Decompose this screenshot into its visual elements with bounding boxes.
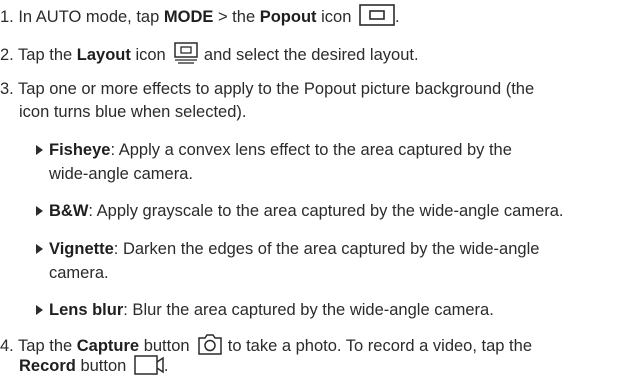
step-3-line-1: 3. Tap one or more effects to apply to t… — [0, 79, 534, 99]
mode-label: MODE — [163, 8, 214, 26]
bullet-fisheye: Fisheye: Apply a convex lens effect to t… — [36, 140, 512, 160]
step-text: . — [394, 8, 400, 26]
step-number: 2. — [0, 46, 14, 64]
step-text: Tap the — [13, 46, 77, 64]
bullet-arrow-icon — [36, 305, 43, 315]
step-text: button — [139, 337, 190, 355]
bullet-bw: B&W: Apply grayscale to the area capture… — [36, 201, 564, 221]
popout-label: Popout — [259, 8, 317, 26]
step-number: 3. — [0, 80, 14, 98]
bullet-fisheye-line-2: wide-angle camera. — [49, 164, 193, 184]
step-text: and select the desired layout. — [199, 46, 419, 64]
capture-label: Capture — [76, 337, 140, 355]
step-1: 1. In AUTO mode, tap MODE > the Popout i… — [0, 4, 400, 31]
bullet-term: B&W — [49, 202, 89, 220]
bullet-lens-blur: Lens blur: Blur the area captured by the… — [36, 300, 494, 320]
step-4-line-2: Record button . — [19, 355, 169, 380]
bullet-vignette: Vignette: Darken the edges of the area c… — [36, 239, 539, 259]
bullet-vignette-line-2: camera. — [49, 263, 109, 283]
bullet-text: : Blur the area captured by the wide-ang… — [123, 301, 494, 319]
record-label: Record — [19, 357, 76, 375]
step-number: 4. — [0, 337, 14, 355]
step-text: Tap one or more effects to apply to the … — [13, 80, 535, 98]
step-text: > the — [213, 8, 260, 26]
bullet-text: : Darken the edges of the area captured … — [113, 240, 540, 258]
bullet-term: Lens blur — [49, 301, 124, 319]
record-icon — [134, 355, 164, 380]
bullet-term: Vignette — [49, 240, 114, 258]
step-text: . — [163, 357, 169, 375]
bullet-text: : Apply a convex lens effect to the area… — [110, 141, 512, 159]
bullet-text: : Apply grayscale to the area captured b… — [88, 202, 564, 220]
step-2: 2. Tap the Layout icon and select the de… — [0, 42, 419, 69]
capture-icon — [197, 333, 223, 360]
layout-label: Layout — [76, 46, 131, 64]
step-text: Tap the — [13, 337, 77, 355]
bullet-text: wide-angle camera. — [49, 165, 193, 183]
step-text: icon — [316, 8, 352, 26]
step-text: icon — [130, 46, 166, 64]
step-text: icon turns blue when selected). — [19, 103, 247, 121]
popout-icon — [359, 4, 395, 31]
step-number: 1. — [0, 8, 14, 26]
bullet-text: camera. — [49, 264, 109, 282]
step-text: to take a photo. To record a video, tap … — [223, 337, 532, 355]
bullet-arrow-icon — [36, 206, 43, 216]
bullet-arrow-icon — [36, 145, 43, 155]
bullet-term: Fisheye — [49, 141, 111, 159]
step-text: In AUTO mode, tap — [13, 8, 164, 26]
step-3-line-2: icon turns blue when selected). — [19, 102, 246, 122]
step-text: button — [75, 357, 127, 375]
layout-icon — [173, 42, 199, 69]
bullet-arrow-icon — [36, 244, 43, 254]
